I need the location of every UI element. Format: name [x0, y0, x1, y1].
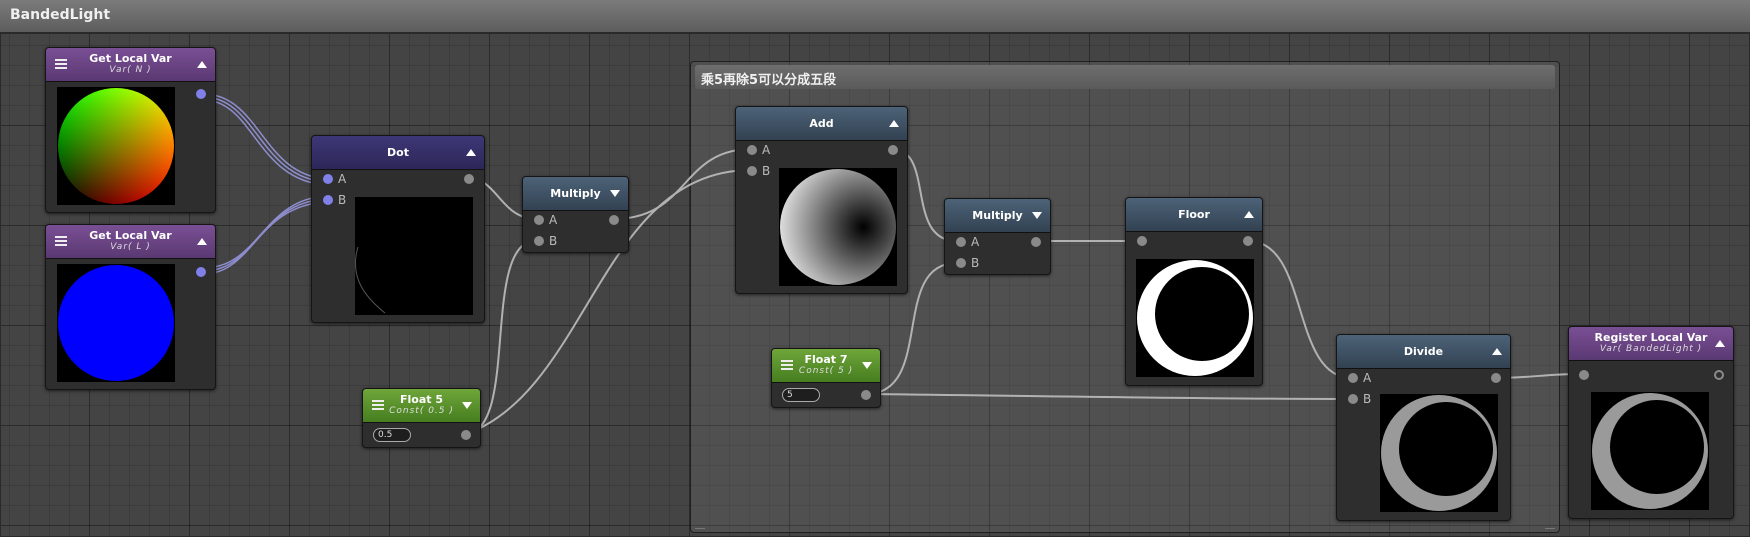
input-port[interactable]: [1137, 236, 1147, 246]
node-subtitle: Var( BandedLight ): [1599, 344, 1703, 354]
node-header[interactable]: Float 5 Const( 0.5 ): [363, 389, 480, 423]
node-divide[interactable]: Divide A B: [1336, 334, 1511, 521]
node-preview: [779, 168, 897, 286]
menu-icon[interactable]: [372, 400, 384, 410]
node-preview: [1136, 259, 1254, 377]
input-port-b[interactable]: [534, 236, 544, 246]
port-label-b: B: [971, 256, 980, 270]
node-header[interactable]: Multiply: [945, 199, 1050, 233]
port-label-a: A: [549, 213, 558, 227]
node-float-7[interactable]: Float 7 Const( 5 ) 5: [771, 348, 881, 408]
port-label-a: A: [338, 172, 347, 186]
collapse-triangle-icon[interactable]: [889, 120, 899, 127]
node-header[interactable]: Floor: [1126, 198, 1262, 232]
port-label-b: B: [338, 193, 347, 207]
output-port[interactable]: [888, 145, 898, 155]
group-header[interactable]: 乘5再除5可以分成五段: [695, 65, 1555, 89]
port-label-a: A: [762, 143, 771, 157]
node-multiply-1[interactable]: Multiply A B: [522, 176, 629, 253]
collapse-triangle-icon[interactable]: [1492, 348, 1502, 355]
output-port[interactable]: [861, 390, 871, 400]
port-label-a: A: [1363, 371, 1372, 385]
value-field[interactable]: 0.5: [373, 428, 411, 442]
port-label-b: B: [762, 164, 771, 178]
group-resize-handle-left[interactable]: [695, 518, 705, 529]
group-title: 乘5再除5可以分成五段: [701, 73, 837, 88]
input-port-a[interactable]: [323, 174, 333, 184]
node-preview: [355, 197, 473, 315]
input-port-a[interactable]: [534, 215, 544, 225]
node-title: Register Local Var: [1594, 331, 1708, 344]
collapse-triangle-icon[interactable]: [197, 238, 207, 245]
output-port[interactable]: [609, 215, 619, 225]
expand-triangle-icon[interactable]: [462, 402, 472, 409]
node-get-local-var-l[interactable]: Get Local Var Var( L ): [45, 224, 216, 390]
output-port[interactable]: [464, 174, 474, 184]
node-header[interactable]: Get Local Var Var( L ): [46, 225, 215, 259]
node-header[interactable]: Register Local Var Var( BandedLight ): [1569, 327, 1733, 361]
collapse-triangle-icon[interactable]: [466, 149, 476, 156]
node-header[interactable]: Dot: [312, 136, 484, 170]
node-preview: [1380, 394, 1498, 512]
group-resize-handle-right[interactable]: [1545, 518, 1555, 529]
output-port[interactable]: [1243, 236, 1253, 246]
node-floor[interactable]: Floor: [1125, 197, 1263, 386]
node-subtitle: Var( N ): [109, 65, 152, 75]
node-dot[interactable]: Dot A B: [311, 135, 485, 323]
node-preview: [57, 264, 175, 382]
port-label-b: B: [549, 234, 558, 248]
node-title: Get Local Var: [89, 229, 172, 242]
output-port[interactable]: [1491, 373, 1501, 383]
expand-triangle-icon[interactable]: [610, 190, 620, 197]
window-title-bar: BandedLight: [0, 0, 1750, 33]
node-float-5[interactable]: Float 5 Const( 0.5 ) 0.5: [362, 388, 481, 448]
port-label-b: B: [1363, 392, 1372, 406]
node-title: Get Local Var: [89, 52, 172, 65]
node-title: Dot: [387, 146, 409, 159]
node-header[interactable]: Add: [736, 107, 907, 141]
node-multiply-2[interactable]: Multiply A B: [944, 198, 1051, 275]
input-port-a[interactable]: [747, 145, 757, 155]
node-header[interactable]: Divide: [1337, 335, 1510, 369]
port-label-a: A: [971, 235, 980, 249]
node-title: Divide: [1403, 345, 1444, 358]
input-port[interactable]: [1579, 370, 1589, 380]
node-add[interactable]: Add A B: [735, 106, 908, 294]
input-port-a[interactable]: [1348, 373, 1358, 383]
output-port[interactable]: [1031, 237, 1041, 247]
collapse-triangle-icon[interactable]: [1244, 211, 1254, 218]
menu-icon[interactable]: [55, 59, 67, 69]
node-register-local-var[interactable]: Register Local Var Var( BandedLight ): [1568, 326, 1734, 519]
node-preview: [1591, 392, 1709, 510]
node-header[interactable]: Float 7 Const( 5 ): [772, 349, 880, 383]
input-port-b[interactable]: [747, 166, 757, 176]
output-port[interactable]: [196, 89, 206, 99]
node-preview: [57, 87, 175, 205]
output-port[interactable]: [461, 430, 471, 440]
input-port-b[interactable]: [323, 195, 333, 205]
input-port-b[interactable]: [956, 258, 966, 268]
node-get-local-var-n[interactable]: Get Local Var Var( N ): [45, 47, 216, 213]
output-port[interactable]: [196, 267, 206, 277]
node-header[interactable]: Multiply: [523, 177, 628, 211]
window-title: BandedLight: [10, 7, 111, 23]
node-title: Add: [809, 117, 834, 130]
input-port-a[interactable]: [956, 237, 966, 247]
value-field[interactable]: 5: [782, 388, 820, 402]
menu-icon[interactable]: [781, 360, 793, 370]
node-subtitle: Var( L ): [110, 242, 151, 252]
collapse-triangle-icon[interactable]: [1715, 340, 1725, 347]
input-port-b[interactable]: [1348, 394, 1358, 404]
output-port[interactable]: [1714, 370, 1724, 380]
node-title: Floor: [1178, 208, 1210, 221]
node-header[interactable]: Get Local Var Var( N ): [46, 48, 215, 82]
expand-triangle-icon[interactable]: [862, 362, 872, 369]
menu-icon[interactable]: [55, 236, 67, 246]
collapse-triangle-icon[interactable]: [197, 61, 207, 68]
expand-triangle-icon[interactable]: [1032, 212, 1042, 219]
